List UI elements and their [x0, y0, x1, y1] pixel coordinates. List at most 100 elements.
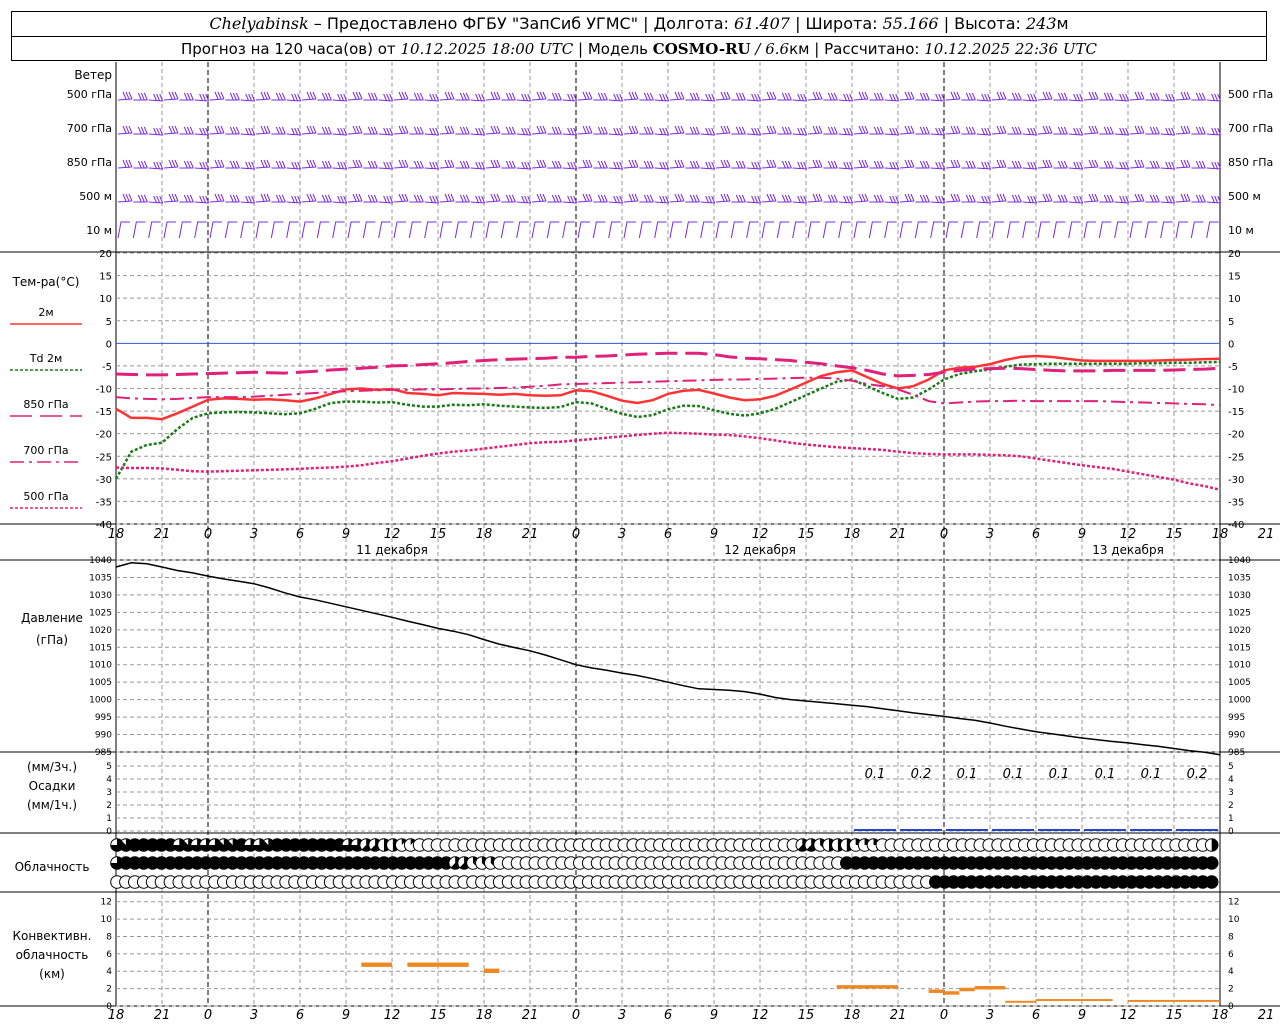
temp-tick-label: -5	[102, 362, 112, 373]
wind-barb	[807, 221, 820, 239]
conv-cloud-bar	[836, 985, 898, 989]
wind-barb	[455, 92, 470, 101]
wind-barb	[1160, 93, 1176, 102]
pressure-tick-label: 990	[95, 731, 112, 741]
wind-barb	[132, 221, 146, 239]
pressure-tick-label: 1000	[89, 696, 112, 706]
wind-barb	[807, 125, 823, 135]
wind-barb	[1099, 160, 1114, 169]
wind-barb	[117, 193, 133, 203]
wind-barb	[439, 193, 455, 203]
wind-barb	[960, 221, 974, 239]
wind-barb	[470, 127, 486, 136]
wind-barb	[685, 126, 700, 135]
wind-barb	[593, 92, 608, 101]
wind-barb	[225, 160, 240, 169]
wind-barb	[439, 91, 455, 101]
wind-barb	[209, 91, 225, 101]
wind-level-label-right: 10 м	[1228, 224, 1254, 237]
wind-barb	[501, 92, 516, 101]
precip-title: Осадки	[29, 779, 76, 793]
wind-barb	[378, 161, 394, 170]
wind-barb	[777, 160, 792, 169]
precip-amount-label: 0.1	[957, 767, 978, 782]
wind-barb	[792, 161, 808, 170]
wind-barb	[1144, 221, 1158, 239]
hour-tick-label-bottom: 0	[572, 1008, 580, 1023]
precip-tick-label-right: 1	[1228, 814, 1234, 824]
wind-barb	[209, 125, 225, 135]
wind-barb	[1007, 160, 1022, 169]
wind-barb	[163, 159, 179, 169]
hour-tick-label: 18	[1212, 527, 1229, 542]
wind-barb	[884, 127, 900, 136]
temp-legend-label: 2м	[38, 306, 53, 319]
wind-barb	[301, 125, 317, 135]
wind-level-label-right: 500 м	[1228, 190, 1261, 203]
wind-barb	[1053, 194, 1068, 203]
wind-barb	[715, 221, 728, 239]
wind-barb	[669, 221, 682, 239]
wind-barb	[378, 195, 394, 204]
wind-barb	[669, 193, 685, 203]
wind-barb	[332, 221, 345, 239]
hour-tick-label-bottom: 9	[1078, 1008, 1086, 1023]
conv-cloud-bar	[928, 989, 944, 993]
wind-barb	[454, 221, 468, 239]
hour-tick-label: 15	[430, 527, 447, 542]
hour-tick-label: 18	[476, 527, 493, 542]
wind-barb	[915, 160, 930, 169]
wind-barb	[1129, 91, 1145, 101]
precip-amount-label: 0.2	[911, 767, 932, 782]
pressure-tick-label-right: 990	[1228, 731, 1245, 741]
wind-barb	[746, 93, 762, 102]
wind-barb	[501, 160, 516, 169]
temp-tick-label-right: -5	[1228, 362, 1238, 373]
temp-legend-label: 500 гПа	[23, 490, 68, 503]
conv-cloud-bar	[944, 991, 960, 995]
hour-tick-label: 9	[342, 527, 350, 542]
wind-barb	[731, 126, 746, 135]
wind-barb	[179, 160, 194, 169]
pressure-panel: 1040 1040 1035 1035 1030 1030 1025 1025 1020 1020…	[21, 556, 1251, 758]
wind-barb	[362, 221, 376, 239]
hour-tick-label-bottom: 21	[154, 1008, 171, 1023]
wind-barb	[547, 92, 562, 101]
wind-barb	[608, 161, 624, 170]
wind-barb	[562, 161, 578, 170]
wind-barb	[593, 160, 608, 169]
wind-barb	[685, 160, 700, 169]
wind-barb	[623, 193, 639, 203]
wind-barb	[378, 93, 394, 102]
pressure-tick-label: 1040	[89, 556, 112, 566]
wind-barb	[715, 159, 731, 169]
wind-barb	[761, 221, 774, 239]
cloud-cover-icon	[1204, 838, 1219, 852]
wind-barb	[899, 159, 915, 169]
hour-tick-label-bottom: 15	[1166, 1008, 1183, 1023]
hour-tick-label: 0	[940, 527, 948, 542]
wind-barb	[853, 193, 869, 203]
wind-barb	[1068, 161, 1084, 170]
conv-tick-label: 2	[106, 985, 112, 995]
wind-barb	[148, 195, 164, 204]
precip-tick-label-right: 4	[1228, 775, 1234, 785]
wind-barb	[1206, 161, 1222, 170]
wind-barb	[516, 161, 532, 170]
wind-barb	[439, 159, 455, 169]
wind-barb	[516, 221, 529, 239]
wind-barb	[516, 195, 532, 204]
wind-barb	[761, 125, 777, 135]
wind-barb	[286, 161, 302, 170]
wind-barb	[562, 127, 578, 136]
wind-barb	[1114, 93, 1130, 102]
wind-barb	[1022, 127, 1038, 136]
wind-level-label-right: 500 гПа	[1228, 88, 1273, 101]
wind-barb	[961, 194, 976, 203]
wind-barb	[991, 221, 1004, 239]
wind-barb	[899, 125, 915, 135]
conv-cloud-bar	[1005, 1000, 1036, 1003]
wind-barb	[991, 159, 1007, 169]
wind-barb	[700, 127, 716, 136]
temp-tick-label: -35	[96, 497, 112, 508]
